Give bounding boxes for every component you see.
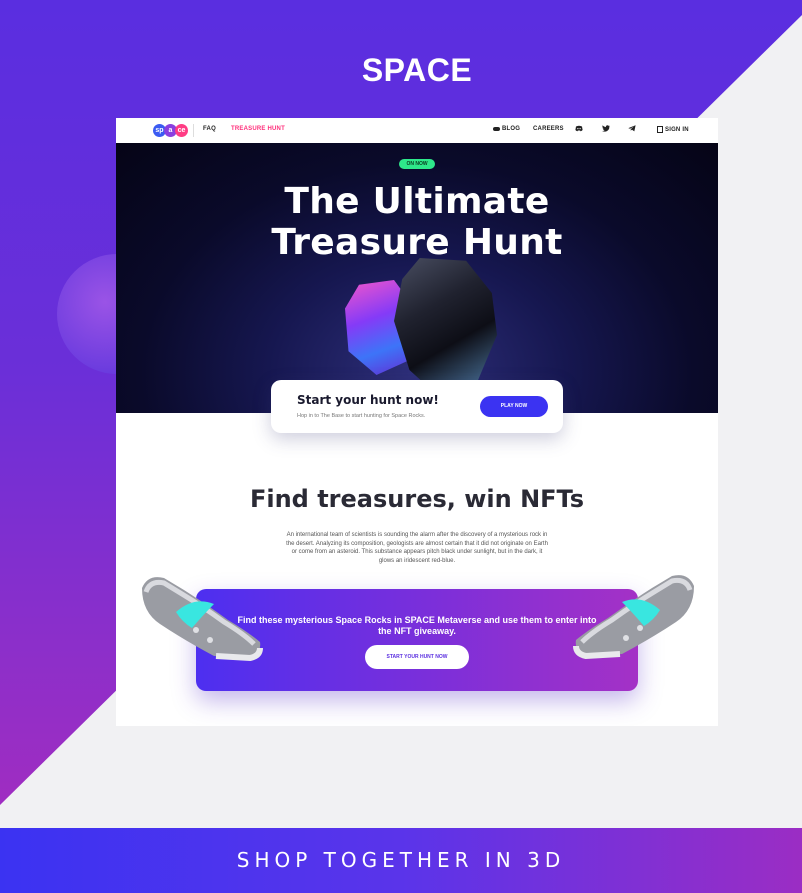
logo[interactable]: sp a ce bbox=[153, 124, 188, 137]
hunt-card-subtitle: Hop in to The Base to start hunting for … bbox=[297, 413, 426, 419]
nav-divider bbox=[193, 124, 194, 137]
sign-in-label: SIGN IN bbox=[665, 126, 689, 133]
nav-careers-link[interactable]: CAREERS bbox=[533, 126, 564, 132]
footer-band: SHOP TOGETHER IN 3D bbox=[0, 828, 802, 893]
sign-in-icon bbox=[657, 126, 663, 133]
promo-text: Find these mysterious Space Rocks in SPA… bbox=[237, 615, 597, 636]
space-rock-image bbox=[394, 258, 497, 398]
start-hunt-card: Start your hunt now! Hop in to The Base … bbox=[271, 380, 563, 433]
sneaker-left-image bbox=[142, 577, 263, 662]
nav-treasure-hunt-link[interactable]: TREASURE HUNT bbox=[231, 126, 285, 132]
hero-title-line2: Treasure Hunt bbox=[271, 222, 563, 263]
sneaker-right-image bbox=[573, 575, 694, 660]
medium-icon bbox=[493, 127, 500, 131]
on-now-badge: ON NOW bbox=[399, 159, 435, 169]
play-now-button[interactable]: PLAY NOW bbox=[480, 396, 548, 417]
nav-blog-link[interactable]: BLOG bbox=[493, 126, 520, 132]
find-treasures-description: An international team of scientists is s… bbox=[286, 532, 548, 564]
nav-blog-label: BLOG bbox=[502, 126, 521, 132]
top-nav: sp a ce FAQ TREASURE HUNT BLOG CAREERS S… bbox=[116, 118, 718, 143]
website-mockup: sp a ce FAQ TREASURE HUNT BLOG CAREERS S… bbox=[116, 118, 718, 726]
telegram-icon[interactable] bbox=[628, 125, 636, 133]
find-treasures-heading: Find treasures, win NFTs bbox=[249, 485, 585, 513]
discord-icon[interactable] bbox=[575, 125, 583, 133]
hero-section: ON NOW The Ultimate Treasure Hunt bbox=[116, 143, 718, 413]
hero-title: The Ultimate Treasure Hunt bbox=[116, 181, 718, 263]
nav-faq-link[interactable]: FAQ bbox=[203, 126, 216, 132]
sign-in-link[interactable]: SIGN IN bbox=[657, 126, 689, 133]
logo-part: ce bbox=[175, 124, 188, 137]
poster-title: SPACE bbox=[361, 52, 473, 88]
hero-title-line1: The Ultimate bbox=[284, 181, 550, 222]
twitter-icon[interactable] bbox=[602, 125, 610, 133]
hunt-card-title: Start your hunt now! bbox=[297, 393, 439, 407]
start-hunt-button[interactable]: START YOUR HUNT NOW bbox=[365, 645, 469, 669]
footer-tagline: SHOP TOGETHER IN 3D bbox=[236, 847, 566, 872]
